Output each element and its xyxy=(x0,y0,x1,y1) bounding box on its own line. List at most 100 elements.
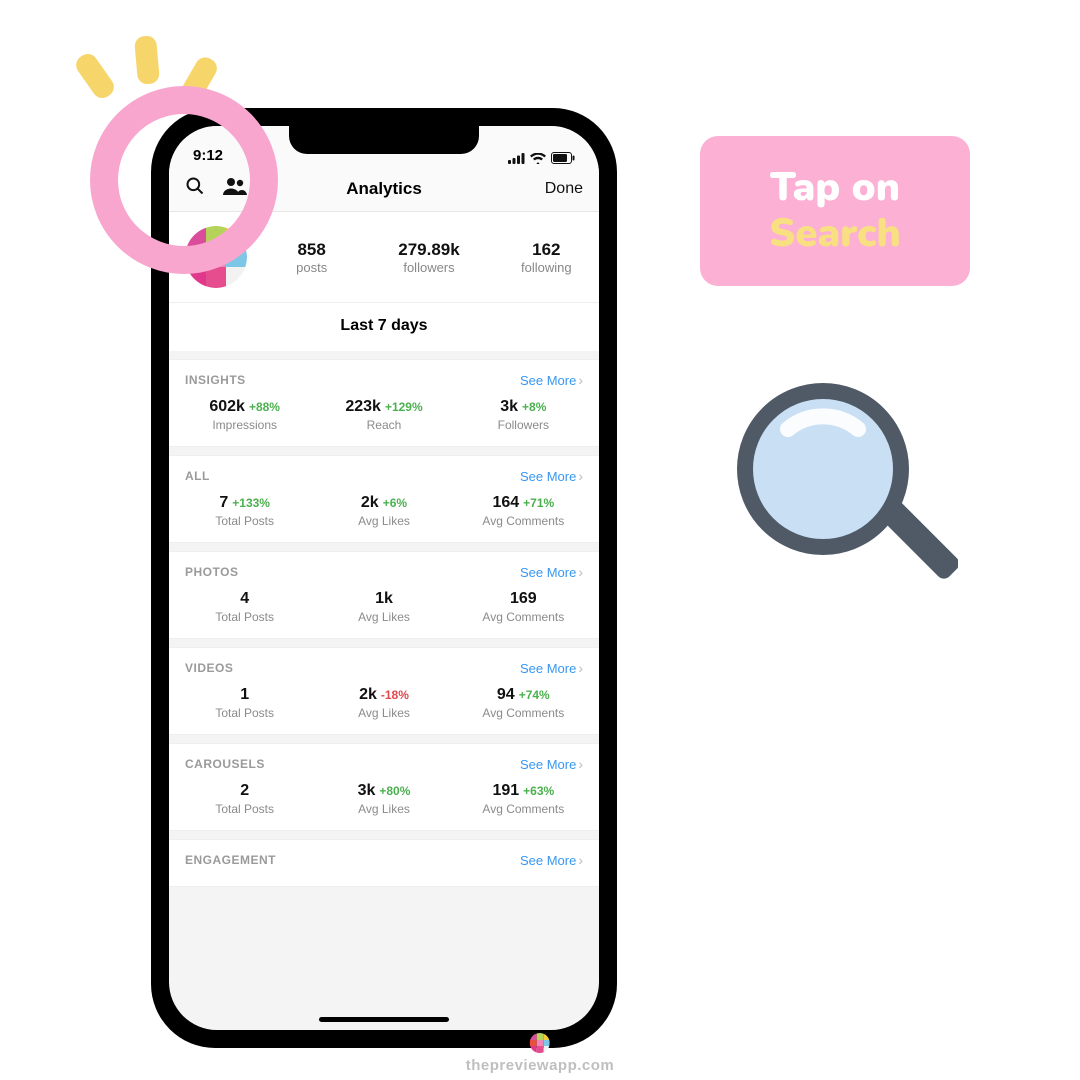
metric-delta: +88% xyxy=(249,400,280,414)
metric-label: Total Posts xyxy=(175,802,314,816)
see-more-link[interactable]: See More› xyxy=(520,468,583,484)
chevron-right-icon: › xyxy=(578,372,583,388)
done-button[interactable]: Done xyxy=(545,180,583,198)
metric-label: Total Posts xyxy=(175,514,314,528)
metric: 94 +74% Avg Comments xyxy=(454,686,593,720)
section-title: VIDEOS xyxy=(185,661,233,675)
followers-stat[interactable]: 279.89k followers xyxy=(376,240,481,275)
metric-label: Avg Likes xyxy=(314,802,453,816)
metric-label: Avg Comments xyxy=(454,514,593,528)
metric-value: 2 xyxy=(240,782,249,799)
see-more-link[interactable]: See More› xyxy=(520,756,583,772)
section-engagement: ENGAGEMENT See More› xyxy=(169,839,599,887)
see-more-link[interactable]: See More› xyxy=(520,852,583,868)
section-insights: INSIGHTSSee More›602k+88%Impressions223k… xyxy=(169,359,599,447)
metric-value: 1 xyxy=(240,686,249,703)
metric-value: 7 xyxy=(219,494,228,511)
metric-delta: +63% xyxy=(523,784,554,798)
see-more-link[interactable]: See More› xyxy=(520,564,583,580)
metric: 3k+8%Followers xyxy=(454,398,593,432)
period-label: Last 7 days xyxy=(169,303,599,359)
chevron-right-icon: › xyxy=(578,468,583,484)
see-more-link[interactable]: See More› xyxy=(520,372,583,388)
home-indicator xyxy=(319,1017,449,1022)
section-carousels: CAROUSELS See More› 2 Total Posts 3k+80% Avg … xyxy=(169,743,599,831)
metric-label: Avg Likes xyxy=(314,610,453,624)
metric: 223k +129% Reach xyxy=(314,398,453,432)
wifi-icon xyxy=(530,153,546,164)
posts-stat[interactable]: 858 posts xyxy=(259,240,364,275)
metric-value: 4 xyxy=(240,590,249,607)
footer-text: thepreviewapp.com xyxy=(466,1057,615,1074)
metric-delta: +80% xyxy=(379,784,410,798)
metric: 2 Total Posts xyxy=(175,782,314,816)
metric-label: Reach xyxy=(314,418,453,432)
metric: 164+71%Avg Comments xyxy=(454,494,593,528)
footer-logo xyxy=(530,1033,550,1053)
section-title: ENGAGEMENT xyxy=(185,853,276,867)
metric-label: Avg Likes xyxy=(314,706,453,720)
sparkle-stroke xyxy=(134,35,160,85)
metric-value: 169 xyxy=(510,590,537,607)
chevron-right-icon: › xyxy=(578,564,583,580)
section-title: CAROUSELS xyxy=(185,757,265,771)
screen: 9:12 Analytics Done xyxy=(169,126,599,1030)
metric-value: 191 xyxy=(492,782,519,799)
metric-value: 602k xyxy=(209,398,245,415)
metric: 7+133%Total Posts xyxy=(175,494,314,528)
metric: 1kAvg Likes xyxy=(314,590,453,624)
metric-value: 2k xyxy=(359,686,377,703)
metric-delta: +74% xyxy=(519,688,550,702)
section-videos: VIDEOS See More› 1 Total Posts 2k -18% Avg Lik… xyxy=(169,647,599,735)
callout-line-2: Search xyxy=(769,211,901,257)
page-title: Analytics xyxy=(346,179,422,199)
metric-label: Avg Comments xyxy=(454,706,593,720)
metric-value: 94 xyxy=(497,686,515,703)
following-label: following xyxy=(494,260,599,275)
instruction-callout: Tap on Search xyxy=(700,136,970,286)
metric-delta: +129% xyxy=(385,400,423,414)
status-icons xyxy=(508,152,575,164)
callout-line-1: Tap on xyxy=(770,165,900,211)
metric-value: 2k xyxy=(361,494,379,511)
metric: 169 Avg Comments xyxy=(454,590,593,624)
section-title: PHOTOS xyxy=(185,565,238,579)
metric-label: Impressions xyxy=(175,418,314,432)
section-title: INSIGHTS xyxy=(185,373,246,387)
battery-icon xyxy=(551,152,575,164)
highlight-circle xyxy=(90,86,278,274)
footer: thepreviewapp.com xyxy=(466,1033,615,1074)
magnifier-icon xyxy=(728,374,958,609)
metric: 602k +88% Impressions xyxy=(175,398,314,432)
see-more-link[interactable]: See More› xyxy=(520,660,583,676)
metric-delta: +71% xyxy=(523,496,554,510)
metric: 3k+80% Avg Likes xyxy=(314,782,453,816)
chevron-right-icon: › xyxy=(578,660,583,676)
section-title: ALL xyxy=(185,469,210,483)
sparkle-stroke xyxy=(72,50,118,102)
metric-value: 3k xyxy=(358,782,376,799)
followers-label: followers xyxy=(376,260,481,275)
metric-value: 223k xyxy=(345,398,381,415)
metric-delta: -18% xyxy=(381,688,409,702)
notch xyxy=(289,126,479,154)
metric-label: Avg Comments xyxy=(454,610,593,624)
signal-icon xyxy=(508,153,525,164)
posts-label: posts xyxy=(259,260,364,275)
metric-label: Followers xyxy=(454,418,593,432)
metric-delta: +6% xyxy=(383,496,407,510)
metric-delta: +8% xyxy=(522,400,546,414)
metric-label: Total Posts xyxy=(175,706,314,720)
posts-value: 858 xyxy=(259,240,364,260)
chevron-right-icon: › xyxy=(578,852,583,868)
metric: 4Total Posts xyxy=(175,590,314,624)
section-photos: PHOTOSSee More›4Total Posts1kAvg Likes16… xyxy=(169,551,599,639)
metric-label: Avg Likes xyxy=(314,514,453,528)
following-stat[interactable]: 162 following xyxy=(494,240,599,275)
metric: 2k +6% Avg Likes xyxy=(314,494,453,528)
metric: 191 +63% Avg Comments xyxy=(454,782,593,816)
following-value: 162 xyxy=(494,240,599,260)
chevron-right-icon: › xyxy=(578,756,583,772)
metric: 2k -18% Avg Likes xyxy=(314,686,453,720)
metric-label: Avg Comments xyxy=(454,802,593,816)
